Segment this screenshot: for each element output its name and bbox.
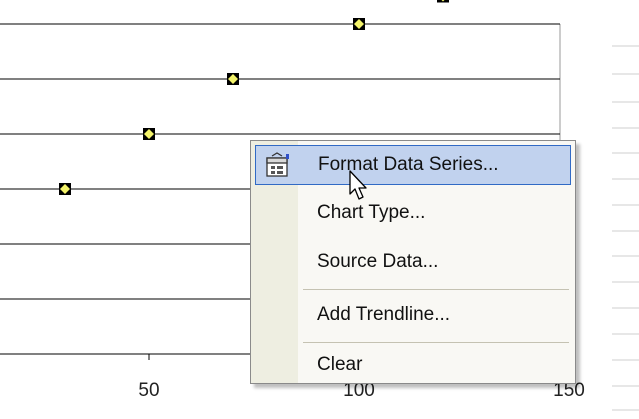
menu-item-label: Add Trendline... — [317, 304, 451, 325]
data-point[interactable] — [353, 18, 365, 30]
format-properties-icon — [264, 152, 292, 180]
menu-item-source-data[interactable]: Source Data... — [255, 242, 571, 282]
x-tick-label: 50 — [138, 380, 159, 401]
menu-separator — [303, 342, 569, 343]
menu-item-label: Clear — [317, 354, 363, 375]
menu-item-format-data-series[interactable]: Format Data Series... — [255, 145, 571, 185]
menu-item-clear[interactable]: Clear — [255, 345, 571, 385]
menu-item-add-trendline[interactable]: Add Trendline... — [255, 295, 571, 335]
menu-item-label: Format Data Series... — [318, 154, 499, 175]
data-point[interactable] — [227, 73, 239, 85]
menu-item-label: Chart Type... — [317, 202, 426, 223]
menu-separator — [303, 289, 569, 290]
menu-item-chart-type[interactable]: Chart Type... — [255, 193, 571, 233]
data-point[interactable] — [59, 183, 71, 195]
adjacent-sheet-lines — [612, 45, 639, 411]
data-point[interactable] — [143, 128, 155, 140]
context-menu: Format Data Series... Chart Type... Sour… — [250, 140, 576, 384]
data-point[interactable] — [437, 0, 449, 3]
mouse-pointer-icon — [349, 170, 367, 200]
menu-item-label: Source Data... — [317, 251, 439, 272]
